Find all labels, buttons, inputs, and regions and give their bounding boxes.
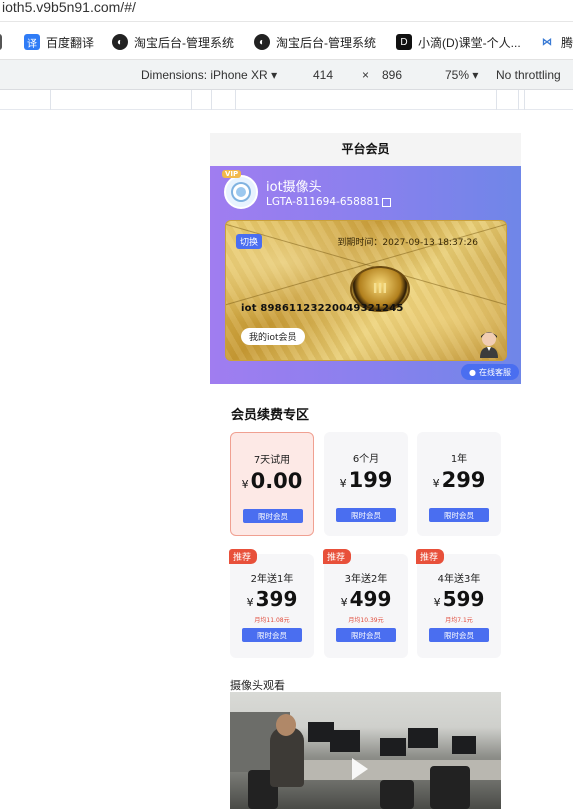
bookmark-folder-partial[interactable] bbox=[0, 33, 8, 51]
plan-name: 3年送2年 bbox=[344, 574, 388, 585]
play-icon[interactable] bbox=[352, 758, 368, 780]
bookmarks-bar: 译 百度翻译 ◐ 淘宝后台-管理系统 ◐ 淘宝后台-管理系统 D 小滴(D)课堂… bbox=[0, 22, 573, 60]
dropdown-arrow-icon: ▾ bbox=[472, 68, 479, 82]
plan-buy-button[interactable]: 限时会员 bbox=[243, 509, 303, 523]
plan-card-2-years[interactable]: 推荐 2年送1年 ¥399 月均11.08元 限时会员 bbox=[229, 549, 314, 658]
height-input[interactable]: 896 bbox=[382, 68, 402, 82]
plan-buy-button[interactable]: 限时会员 bbox=[336, 508, 396, 522]
device-toolbar: Dimensions: iPhone XR ▾ 414 × 896 75% ▾ … bbox=[0, 60, 573, 90]
bookmark-label: 淘宝后台-管理系统 bbox=[134, 35, 234, 50]
mobile-viewport: 平台会员 VIP iot摄像头 LGTA-811694-658881 切换 到期… bbox=[210, 133, 521, 809]
member-card: 切换 到期时间：2027-09-13 18:37:26 III iot 8986… bbox=[225, 220, 507, 361]
membership-header: VIP iot摄像头 LGTA-811694-658881 切换 到期时间：20… bbox=[210, 166, 521, 384]
plan-buy-button[interactable]: 限时会员 bbox=[429, 508, 489, 522]
bookmark-baidu-translate[interactable]: 译 百度翻译 bbox=[24, 33, 94, 51]
address-bar[interactable]: ioth5.v9b5n91.com/#/ bbox=[0, 0, 573, 22]
device-name: iot摄像头 bbox=[266, 180, 322, 195]
globe-icon: ◐ bbox=[112, 34, 128, 50]
renewal-panel: 会员续费专区 7天试用 ¥0.00 限时会员 6个月 ¥199 限时会员 1年 … bbox=[210, 384, 521, 809]
bookmark-tencent[interactable]: ⋈ 腾 bbox=[539, 33, 573, 51]
camera-video-player[interactable] bbox=[230, 692, 501, 809]
recommend-badge: 推荐 bbox=[416, 549, 445, 564]
translate-icon: 译 bbox=[24, 34, 40, 50]
plan-name: 7天试用 bbox=[253, 455, 291, 466]
expire-time: 到期时间：2027-09-13 18:37:26 bbox=[337, 238, 478, 248]
d-logo-icon: D bbox=[396, 34, 412, 50]
bookmark-label: 百度翻译 bbox=[46, 35, 95, 50]
my-member-button[interactable]: 我的iot会员 bbox=[241, 328, 305, 345]
width-input[interactable]: 414 bbox=[313, 68, 333, 82]
bowtie-logo-icon: ⋈ bbox=[539, 34, 555, 50]
bookmark-label: 淘宝后台-管理系统 bbox=[276, 35, 376, 50]
switch-button[interactable]: 切换 bbox=[236, 234, 263, 249]
plan-card-4-years[interactable]: 推荐 4年送3年 ¥599 月均7.1元 限时会员 bbox=[416, 549, 501, 658]
throttling-select[interactable]: No throttling bbox=[496, 68, 561, 82]
dimensions-select[interactable]: Dimensions: iPhone XR ▾ bbox=[141, 68, 277, 82]
bookmark-xiaodi[interactable]: D 小滴(D)课堂-个人... bbox=[396, 33, 521, 51]
recommend-badge: 推荐 bbox=[323, 549, 352, 564]
headset-icon: ● bbox=[469, 367, 476, 377]
vip-badge: VIP bbox=[222, 170, 242, 178]
camera-section-title: 摄像头观看 bbox=[230, 679, 285, 692]
plan-price: ¥199 bbox=[339, 468, 393, 492]
bookmark-label: 腾 bbox=[561, 35, 573, 50]
plan-card-6-months[interactable]: 6个月 ¥199 限时会员 bbox=[324, 432, 408, 536]
dimensions-label: Dimensions: iPhone XR bbox=[141, 68, 268, 82]
plan-buy-button[interactable]: 限时会员 bbox=[242, 628, 302, 642]
url-text[interactable]: ioth5.v9b5n91.com/#/ bbox=[2, 0, 136, 15]
plan-card-3-years[interactable]: 推荐 3年送2年 ¥499 月均10.39元 限时会员 bbox=[323, 549, 408, 658]
times-sign: × bbox=[362, 68, 370, 82]
camera-icon bbox=[233, 184, 249, 200]
plan-price: ¥399 bbox=[246, 587, 298, 611]
plan-price: ¥599 bbox=[433, 587, 485, 611]
card-number: iot 89861123220049321245 bbox=[241, 303, 404, 314]
customer-service-button[interactable]: ● 在线客服 bbox=[461, 364, 519, 380]
plan-monthly-price: 月均7.1元 bbox=[445, 617, 473, 624]
folder-icon bbox=[0, 34, 2, 50]
plan-buy-button[interactable]: 限时会员 bbox=[429, 628, 489, 642]
bookmark-taobao-admin-2[interactable]: ◐ 淘宝后台-管理系统 bbox=[254, 33, 376, 51]
dropdown-arrow-icon: ▾ bbox=[271, 68, 278, 82]
customer-service-label: 在线客服 bbox=[478, 367, 511, 377]
plan-card-trial[interactable]: 7天试用 ¥0.00 限时会员 bbox=[230, 432, 314, 536]
copy-icon[interactable] bbox=[381, 197, 391, 207]
bookmark-taobao-admin-1[interactable]: ◐ 淘宝后台-管理系统 bbox=[112, 33, 234, 51]
plan-price: ¥0.00 bbox=[241, 469, 303, 493]
customer-service-avatar-icon bbox=[480, 332, 498, 358]
media-query-ruler bbox=[0, 90, 573, 110]
plan-name: 4年送3年 bbox=[437, 574, 481, 585]
device-id-row: LGTA-811694-658881 bbox=[266, 196, 391, 208]
device-avatar bbox=[224, 175, 258, 209]
plan-name: 2年送1年 bbox=[250, 574, 294, 585]
zoom-select[interactable]: 75% ▾ bbox=[445, 68, 478, 82]
plan-card-1-year[interactable]: 1年 ¥299 限时会员 bbox=[417, 432, 501, 536]
plan-monthly-price: 月均10.39元 bbox=[348, 617, 384, 624]
plan-price: ¥499 bbox=[340, 587, 392, 611]
plan-name: 1年 bbox=[450, 454, 468, 465]
zoom-value: 75% bbox=[445, 68, 470, 82]
plan-monthly-price: 月均11.08元 bbox=[254, 617, 290, 624]
globe-icon: ◐ bbox=[254, 34, 270, 50]
plan-name: 6个月 bbox=[352, 454, 380, 465]
recommend-badge: 推荐 bbox=[229, 549, 258, 564]
renewal-title: 会员续费专区 bbox=[231, 408, 310, 423]
plan-price: ¥299 bbox=[432, 468, 486, 492]
bookmark-label: 小滴(D)课堂-个人... bbox=[418, 35, 521, 50]
page-title: 平台会员 bbox=[210, 133, 521, 166]
plan-buy-button[interactable]: 限时会员 bbox=[336, 628, 396, 642]
device-id: LGTA-811694-658881 bbox=[266, 196, 380, 208]
